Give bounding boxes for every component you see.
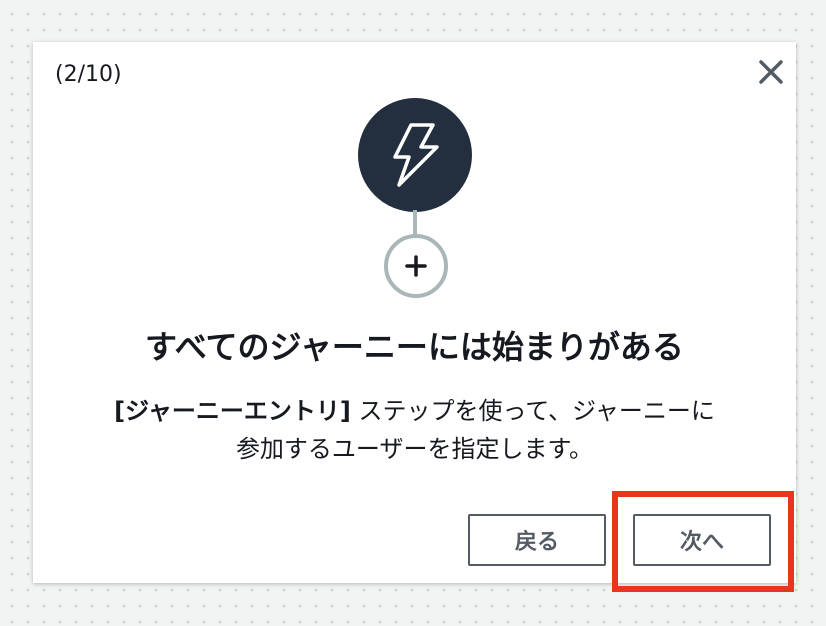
journey-entry-term: [ジャーニーエントリ]: [114, 397, 351, 425]
journey-canvas: (2/10) すべてのジャーニーには始まりがある [ジャーニーエントリ] ステッ…: [0, 0, 826, 626]
next-button[interactable]: 次へ: [633, 514, 771, 566]
add-step-node[interactable]: [384, 234, 448, 298]
plus-icon: [405, 255, 427, 277]
lightning-bolt-icon: [393, 123, 439, 187]
close-icon: [759, 60, 783, 84]
tutorial-modal: (2/10) すべてのジャーニーには始まりがある [ジャーニーエントリ] ステッ…: [33, 42, 796, 583]
back-button[interactable]: 戻る: [468, 514, 606, 566]
modal-description: [ジャーニーエントリ] ステップを使って、ジャーニーに 参加するユーザーを指定し…: [33, 392, 796, 468]
description-line-2: 参加するユーザーを指定します。: [235, 435, 594, 463]
close-button[interactable]: [755, 56, 787, 88]
node-connector-line: [413, 210, 417, 236]
description-line-1: [ジャーニーエントリ] ステップを使って、ジャーニーに: [33, 392, 796, 430]
step-counter: (2/10): [55, 62, 122, 87]
modal-title: すべてのジャーニーには始まりがある: [145, 328, 684, 366]
journey-entry-node: [358, 98, 472, 212]
description-line-1-text: ステップを使って、ジャーニーに: [350, 397, 715, 425]
